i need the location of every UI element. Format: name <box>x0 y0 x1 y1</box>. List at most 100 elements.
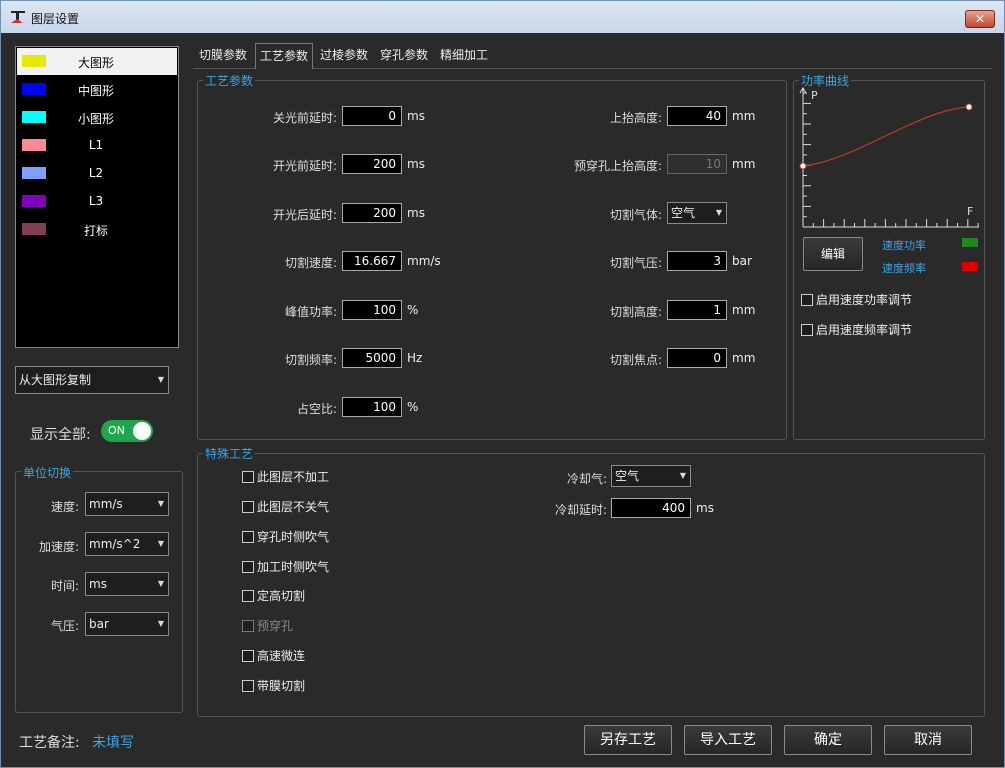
lift-height-label: 上抬高度: <box>609 111 662 125</box>
checkbox-box <box>801 324 813 336</box>
toggle-state: ON <box>108 424 125 437</box>
checkbox-box <box>242 650 254 662</box>
cut-speed-label: 切割速度: <box>284 256 337 270</box>
after-delay-unit: ms <box>407 206 425 220</box>
layer-name: L1 <box>88 138 104 152</box>
tab-process[interactable]: 工艺参数 <box>255 43 313 69</box>
cool-gas-dropdown[interactable]: 空气 ▼ <box>611 465 691 487</box>
accel-unit-label: 加速度: <box>38 540 79 554</box>
chevron-down-icon: ▼ <box>157 375 164 384</box>
time-unit-dropdown[interactable]: ms ▼ <box>85 572 169 596</box>
gas-pressure-input[interactable]: 3 <box>667 251 727 271</box>
layer-item-6[interactable]: 打标 <box>17 216 177 243</box>
after-delay-label: 开光后延时: <box>272 208 337 222</box>
close-button[interactable]: ✕ <box>965 10 995 28</box>
cancel-button[interactable]: 取消 <box>884 725 972 755</box>
toggle-knob <box>133 422 151 440</box>
option-process-side-blow-checkbox[interactable]: 加工时侧吹气 <box>242 558 329 575</box>
duty-input[interactable]: 100 <box>342 397 402 417</box>
lift-height-input[interactable]: 40 <box>667 106 727 126</box>
gas-dropdown[interactable]: 空气 ▼ <box>667 202 727 224</box>
y-axis-label: P <box>811 89 818 102</box>
focus-unit: mm <box>732 351 756 365</box>
cool-delay-unit: ms <box>696 501 714 515</box>
enable-speed-power-checkbox[interactable]: 启用速度功率调节 <box>801 291 912 308</box>
note-value-link[interactable]: 未填写 <box>92 732 134 752</box>
focus-input[interactable]: 0 <box>667 348 727 368</box>
cut-freq-input[interactable]: 5000 <box>342 348 402 368</box>
curve-start-handle[interactable] <box>799 162 807 170</box>
special-group-title: 特殊工艺 <box>203 445 256 462</box>
import-button[interactable]: 导入工艺 <box>684 725 772 755</box>
speed-unit-dropdown[interactable]: mm/s ▼ <box>85 492 169 516</box>
lift-height-unit: mm <box>732 109 756 123</box>
after-delay-input[interactable]: 200 <box>342 203 402 223</box>
focus-label: 切割焦点: <box>609 353 662 367</box>
cut-speed-unit: mm/s <box>407 254 441 268</box>
on-delay-unit: ms <box>407 157 425 171</box>
ok-button[interactable]: 确定 <box>784 725 872 755</box>
layer-name: L2 <box>88 166 104 180</box>
gas-label: 切割气体: <box>609 208 662 222</box>
cut-height-input[interactable]: 1 <box>667 300 727 320</box>
chevron-down-icon: ▼ <box>157 619 164 628</box>
layer-list[interactable]: 大图形 中图形 小图形 L1 L2 L3 打标 <box>15 46 179 348</box>
tab-pierce[interactable]: 穿孔参数 <box>375 43 433 69</box>
option-label: 穿孔时侧吹气 <box>257 530 330 544</box>
units-group-title: 单位切换 <box>21 464 74 481</box>
save-as-button[interactable]: 另存工艺 <box>584 725 672 755</box>
time-unit-label: 时间: <box>50 579 79 593</box>
power-curve-line <box>802 106 970 167</box>
pressure-unit-label: 气压: <box>50 619 79 633</box>
accel-unit-dropdown[interactable]: mm/s^2 ▼ <box>85 532 169 556</box>
peak-power-input[interactable]: 100 <box>342 300 402 320</box>
time-unit-value: ms <box>89 577 107 591</box>
option-fixed-height-checkbox[interactable]: 定高切割 <box>242 587 305 604</box>
show-all-toggle[interactable]: ON <box>101 420 153 442</box>
option-high-speed-microjoint-checkbox[interactable]: 高速微连 <box>242 647 305 664</box>
copy-from-dropdown[interactable]: 从大图形复制 ▼ <box>15 366 169 394</box>
y-axis-ticks <box>803 92 811 218</box>
enable-speed-freq-checkbox[interactable]: 启用速度频率调节 <box>801 321 912 338</box>
cool-delay-input[interactable]: 400 <box>611 498 691 518</box>
power-curve-plot[interactable]: P F <box>797 85 983 231</box>
layer-color-swatch <box>22 223 46 235</box>
legend-speed-freq-swatch <box>962 262 978 271</box>
layer-item-3[interactable]: L1 <box>17 132 177 159</box>
layer-item-0[interactable]: 大图形 <box>17 48 177 75</box>
curve-end-handle[interactable] <box>965 103 973 111</box>
tab-edge[interactable]: 过棱参数 <box>315 43 373 69</box>
tab-film-cut[interactable]: 切膜参数 <box>195 43 251 69</box>
checkbox-box <box>242 561 254 573</box>
process-group-title: 工艺参数 <box>203 72 256 89</box>
x-axis-label: F <box>967 205 973 218</box>
option-pierce-side-blow-checkbox[interactable]: 穿孔时侧吹气 <box>242 528 329 545</box>
prepierce-lift-unit: mm <box>732 157 756 171</box>
tab-fine[interactable]: 精细加工 <box>435 43 493 69</box>
option-film-cut-checkbox[interactable]: 带膜切割 <box>242 677 305 694</box>
app-icon <box>11 11 25 23</box>
layer-item-5[interactable]: L3 <box>17 188 177 215</box>
edit-curve-button[interactable]: 编辑 <box>803 237 863 271</box>
layer-item-1[interactable]: 中图形 <box>17 76 177 103</box>
title-bar[interactable]: 图层设置 ✕ <box>1 1 1004 33</box>
cool-gas-value: 空气 <box>615 469 640 483</box>
option-label: 此图层不加工 <box>257 470 330 484</box>
layer-item-2[interactable]: 小图形 <box>17 104 177 131</box>
pressure-unit-dropdown[interactable]: bar ▼ <box>85 612 169 636</box>
chevron-down-icon: ▼ <box>679 471 686 480</box>
option-label: 预穿孔 <box>257 619 294 633</box>
layer-color-swatch <box>22 195 46 207</box>
enable-speed-power-label: 启用速度功率调节 <box>816 293 913 307</box>
option-no-process-checkbox[interactable]: 此图层不加工 <box>242 468 329 485</box>
layer-item-4[interactable]: L2 <box>17 160 177 187</box>
note-label: 工艺备注: <box>19 735 80 751</box>
on-delay-input[interactable]: 200 <box>342 154 402 174</box>
cut-height-label: 切割高度: <box>609 305 662 319</box>
checkbox-box <box>242 590 254 602</box>
gas-pressure-label: 切割气压: <box>609 256 662 270</box>
option-keep-gas-checkbox[interactable]: 此图层不关气 <box>242 498 329 515</box>
off-delay-unit: ms <box>407 109 425 123</box>
cut-speed-input[interactable]: 16.667 <box>342 251 402 271</box>
off-delay-input[interactable]: 0 <box>342 106 402 126</box>
